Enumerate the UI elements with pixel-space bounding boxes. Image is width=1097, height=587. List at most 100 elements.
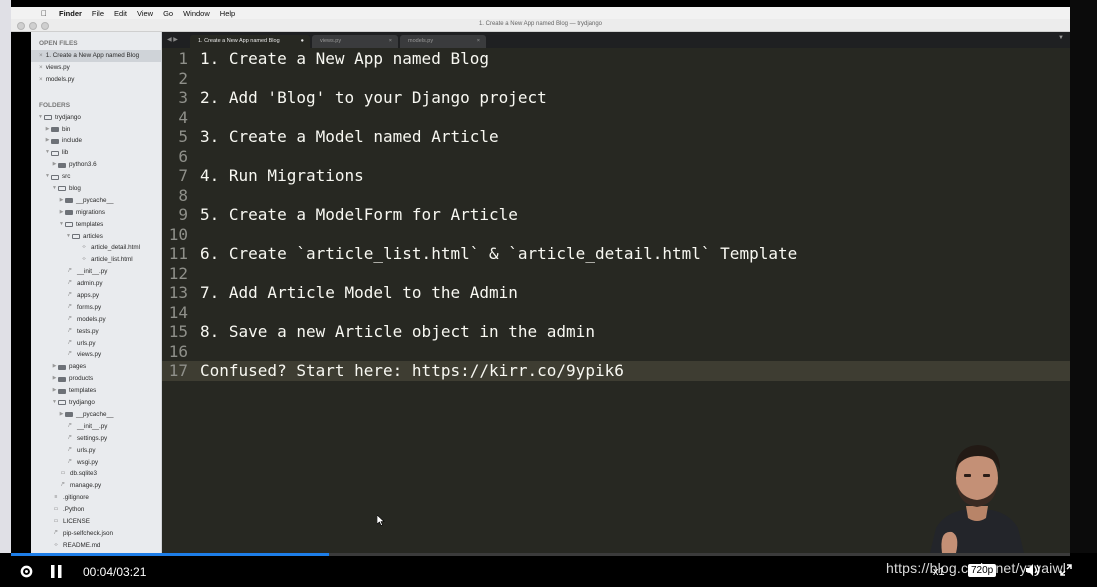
- volume-icon[interactable]: [1026, 564, 1041, 579]
- tree-item[interactable]: ▭ db.sqlite3: [31, 468, 161, 480]
- code-line[interactable]: 17 Confused? Start here: https://kirr.co/…: [162, 361, 1070, 381]
- code-line[interactable]: 3 2. Add 'Blog' to your Django project: [162, 88, 1070, 108]
- tree-item[interactable]: /* tests.py: [31, 326, 161, 338]
- disclosure-open-icon[interactable]: ▼: [44, 147, 51, 159]
- disclosure-closed-icon[interactable]: ▶: [58, 195, 65, 207]
- open-file-item[interactable]: × models.py: [31, 74, 161, 86]
- code-line[interactable]: 4: [162, 108, 1070, 128]
- code-line[interactable]: 6: [162, 147, 1070, 167]
- tree-item[interactable]: /* forms.py: [31, 302, 161, 314]
- disclosure-open-icon[interactable]: ▼: [65, 231, 72, 243]
- tree-item[interactable]: /* urls.py: [31, 338, 161, 350]
- tree-item[interactable]: ▶ pages: [31, 361, 161, 373]
- tab-nav-arrows-icon[interactable]: ◀ ▶: [167, 36, 178, 43]
- close-icon[interactable]: ×: [39, 52, 43, 59]
- code-line[interactable]: 11 6. Create `article_list.html` & `artic…: [162, 244, 1070, 264]
- disclosure-closed-icon[interactable]: ▶: [51, 373, 58, 385]
- code-line[interactable]: 15 8. Save a new Article object in the ad…: [162, 322, 1070, 342]
- tree-item[interactable]: ‹› article_detail.html: [31, 242, 161, 254]
- tree-item[interactable]: ▶ migrations: [31, 207, 161, 219]
- tree-item[interactable]: ▼ lib: [31, 147, 161, 159]
- unsaved-dot-icon[interactable]: ●: [301, 35, 304, 48]
- tab-dropdown-icon[interactable]: ▼: [1058, 35, 1064, 41]
- tree-item[interactable]: /* manage.py: [31, 480, 161, 492]
- tab-views-py[interactable]: views.py ×: [312, 35, 398, 48]
- tree-item[interactable]: ‹› README.md: [31, 540, 161, 552]
- disclosure-open-icon[interactable]: ▼: [58, 219, 65, 231]
- disclosure-open-icon[interactable]: ▼: [51, 397, 58, 409]
- close-icon[interactable]: ×: [389, 35, 392, 48]
- tab-create-app[interactable]: 1. Create a New App named Blog ●: [190, 35, 310, 48]
- tree-item[interactable]: /* models.py: [31, 314, 161, 326]
- tree-item[interactable]: /* urls.py: [31, 445, 161, 457]
- code-line[interactable]: 10: [162, 225, 1070, 245]
- playback-speed-button[interactable]: x1: [933, 566, 945, 578]
- code-line[interactable]: 14: [162, 303, 1070, 323]
- disclosure-closed-icon[interactable]: ▶: [58, 409, 65, 421]
- tree-item[interactable]: ▼ templates: [31, 219, 161, 231]
- disclosure-closed-icon[interactable]: ▶: [44, 124, 51, 136]
- pause-button[interactable]: [51, 565, 62, 583]
- open-file-item[interactable]: × 1. Create a New App named Blog: [31, 50, 161, 62]
- apple-icon[interactable]: : [41, 9, 47, 18]
- tree-item[interactable]: /* pip-selfcheck.json: [31, 528, 161, 540]
- menu-edit[interactable]: Edit: [114, 9, 127, 18]
- code-line[interactable]: 5 3. Create a Model named Article: [162, 127, 1070, 147]
- code-text: 5. Create a ModelForm for Article: [200, 205, 518, 224]
- close-icon[interactable]: ×: [39, 64, 43, 71]
- code-line[interactable]: 9 5. Create a ModelForm for Article: [162, 205, 1070, 225]
- menu-view[interactable]: View: [137, 9, 153, 18]
- menu-go[interactable]: Go: [163, 9, 173, 18]
- code-text: 3. Create a Model named Article: [200, 127, 499, 146]
- tree-item[interactable]: /* __init__.py: [31, 266, 161, 278]
- menu-window[interactable]: Window: [183, 9, 210, 18]
- close-icon[interactable]: ×: [39, 76, 43, 83]
- open-file-item[interactable]: × views.py: [31, 62, 161, 74]
- disclosure-closed-icon[interactable]: ▶: [51, 385, 58, 397]
- menu-file[interactable]: File: [92, 9, 104, 18]
- tab-models-py[interactable]: models.py ×: [400, 35, 486, 48]
- tree-item[interactable]: ‹› article_list.html: [31, 254, 161, 266]
- settings-gear-icon[interactable]: [20, 565, 33, 583]
- tree-item[interactable]: ▭ .Python: [31, 504, 161, 516]
- tree-item[interactable]: /* apps.py: [31, 290, 161, 302]
- tree-item[interactable]: ▶ include: [31, 135, 161, 147]
- menu-help[interactable]: Help: [220, 9, 235, 18]
- tree-item[interactable]: /* __init__.py: [31, 421, 161, 433]
- code-line[interactable]: 7 4. Run Migrations: [162, 166, 1070, 186]
- tree-item[interactable]: ▶ python3.6: [31, 159, 161, 171]
- code-line[interactable]: 2: [162, 69, 1070, 89]
- tree-item[interactable]: ≡ .gitignore: [31, 492, 161, 504]
- tree-item[interactable]: /* wsgi.py: [31, 457, 161, 469]
- tree-item[interactable]: /* settings.py: [31, 433, 161, 445]
- menu-finder[interactable]: Finder: [59, 9, 82, 18]
- tree-item[interactable]: ▭ LICENSE: [31, 516, 161, 528]
- tree-item[interactable]: ▼ trydjango: [31, 112, 161, 124]
- tree-item[interactable]: ▶ templates: [31, 385, 161, 397]
- tree-item[interactable]: ▶ products: [31, 373, 161, 385]
- disclosure-open-icon[interactable]: ▼: [37, 112, 44, 124]
- tree-item[interactable]: /* admin.py: [31, 278, 161, 290]
- tree-item[interactable]: ▶ __pycache__: [31, 409, 161, 421]
- fullscreen-icon[interactable]: [1060, 564, 1072, 579]
- tree-item[interactable]: /* views.py: [31, 349, 161, 361]
- disclosure-closed-icon[interactable]: ▶: [44, 135, 51, 147]
- tree-item[interactable]: ▼ trydjango: [31, 397, 161, 409]
- tree-item[interactable]: ▶ bin: [31, 124, 161, 136]
- tree-item[interactable]: ▼ src: [31, 171, 161, 183]
- code-line[interactable]: 8: [162, 186, 1070, 206]
- code-line[interactable]: 1 1. Create a New App named Blog: [162, 49, 1070, 69]
- tree-item[interactable]: ▶ __pycache__: [31, 195, 161, 207]
- close-icon[interactable]: ×: [477, 35, 480, 48]
- disclosure-closed-icon[interactable]: ▶: [58, 207, 65, 219]
- code-line[interactable]: 13 7. Add Article Model to the Admin: [162, 283, 1070, 303]
- disclosure-open-icon[interactable]: ▼: [51, 183, 58, 195]
- code-line[interactable]: 12: [162, 264, 1070, 284]
- tree-item[interactable]: ▼ articles: [31, 231, 161, 243]
- quality-button[interactable]: 720p: [968, 564, 997, 577]
- disclosure-closed-icon[interactable]: ▶: [51, 159, 58, 171]
- disclosure-open-icon[interactable]: ▼: [44, 171, 51, 183]
- disclosure-closed-icon[interactable]: ▶: [51, 361, 58, 373]
- code-line[interactable]: 16: [162, 342, 1070, 362]
- tree-item[interactable]: ▼ blog: [31, 183, 161, 195]
